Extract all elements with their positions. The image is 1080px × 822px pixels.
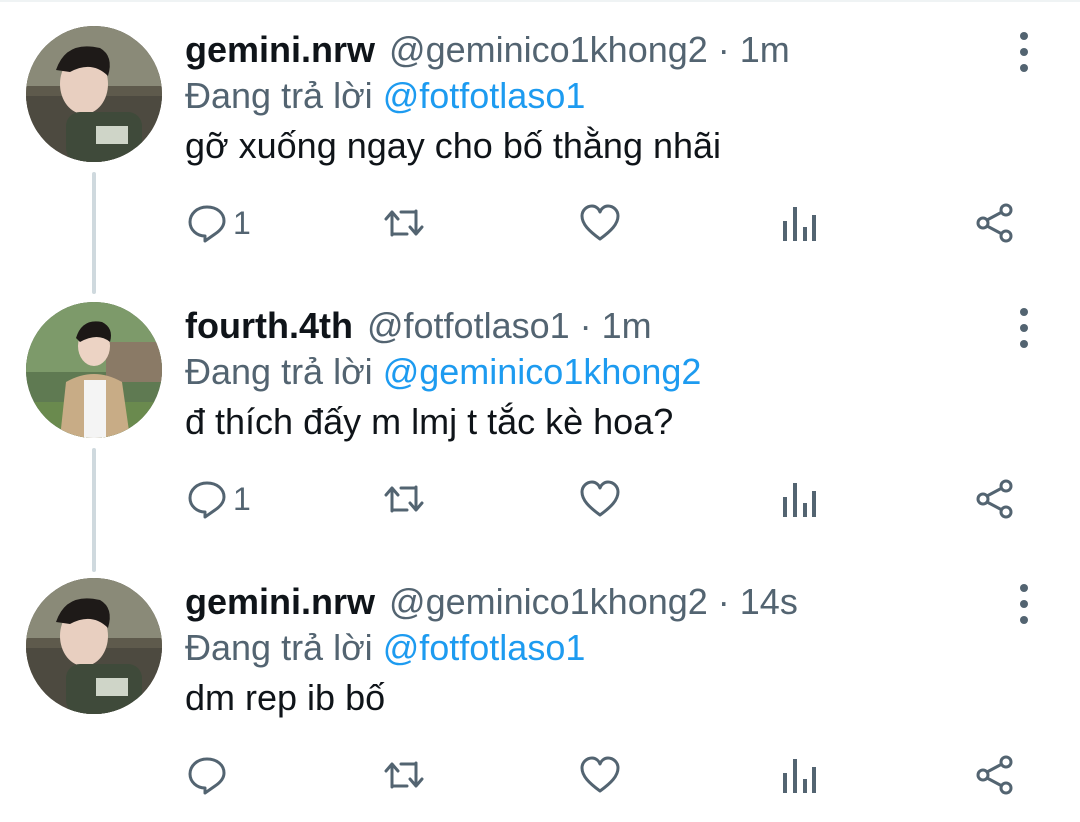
timestamp[interactable]: 1m <box>602 304 652 348</box>
avatar-photo <box>26 578 162 714</box>
reply-icon <box>188 205 226 243</box>
share-icon <box>976 479 1013 519</box>
separator: · <box>717 581 730 622</box>
action-bar <box>185 750 1045 800</box>
share-icon <box>976 203 1013 243</box>
replying-to: Đang trả lời @fotfotlaso1 <box>185 626 585 670</box>
tweet-text: dm rep ib bố <box>185 677 386 718</box>
retweet-button[interactable] <box>383 474 425 524</box>
separator: · <box>717 29 730 70</box>
replying-to-label: Đang trả lời <box>185 75 373 116</box>
share-button[interactable] <box>975 198 1015 248</box>
like-icon <box>580 480 620 517</box>
tweet[interactable]: gemini.nrw @geminico1khong2 · 14s Đang t… <box>0 578 1080 820</box>
reply-button[interactable]: 1 <box>187 198 251 248</box>
like-icon <box>580 204 620 241</box>
tweet[interactable]: fourth.4th @fotfotlaso1 · 1m Đang trả lờ… <box>0 302 1080 544</box>
handle[interactable]: @fotfotlaso1 <box>367 304 570 348</box>
tweet-header: fourth.4th @fotfotlaso1 · 1m <box>185 304 652 348</box>
mention-link[interactable]: @geminico1khong2 <box>383 351 702 392</box>
like-button[interactable] <box>579 474 621 524</box>
replying-to-label: Đang trả lời <box>185 351 373 392</box>
avatar[interactable] <box>26 578 162 714</box>
share-icon <box>976 755 1013 795</box>
share-button[interactable] <box>975 474 1015 524</box>
avatar-photo <box>26 26 162 162</box>
views-icon <box>783 483 816 517</box>
replying-to-label: Đang trả lời <box>185 627 373 668</box>
more-icon[interactable] <box>1014 308 1034 348</box>
avatar[interactable] <box>26 26 162 162</box>
tweet-header: gemini.nrw @geminico1khong2 · 1m <box>185 28 790 72</box>
action-bar: 1 <box>185 198 1045 248</box>
like-icon <box>580 756 620 793</box>
mention-link[interactable]: @fotfotlaso1 <box>383 627 586 668</box>
tweet[interactable]: gemini.nrw @geminico1khong2 · 1m Đang tr… <box>0 26 1080 268</box>
more-icon[interactable] <box>1014 584 1034 624</box>
reply-count: 1 <box>233 480 251 517</box>
replying-to: Đang trả lời @fotfotlaso1 <box>185 74 585 118</box>
share-button[interactable] <box>975 750 1015 800</box>
display-name[interactable]: gemini.nrw <box>185 580 375 624</box>
views-icon <box>783 759 816 793</box>
display-name[interactable]: gemini.nrw <box>185 28 375 72</box>
mention-link[interactable]: @fotfotlaso1 <box>383 75 586 116</box>
tweet-text: gỡ xuống ngay cho bố thằng nhãi <box>185 125 722 166</box>
retweet-icon <box>384 485 424 513</box>
views-button[interactable] <box>779 198 819 248</box>
action-bar: 1 <box>185 474 1045 524</box>
tweet-header: gemini.nrw @geminico1khong2 · 14s <box>185 580 798 624</box>
separator: · <box>579 305 592 346</box>
like-button[interactable] <box>579 198 621 248</box>
timestamp[interactable]: 14s <box>740 580 798 624</box>
reply-icon <box>188 481 226 519</box>
reply-button[interactable]: 1 <box>187 474 251 524</box>
handle[interactable]: @geminico1khong2 <box>389 28 708 72</box>
tweet-text: đ thích đấy m lmj t tắc kè hoa? <box>185 401 674 442</box>
retweet-icon <box>384 761 424 789</box>
display-name[interactable]: fourth.4th <box>185 304 353 348</box>
retweet-button[interactable] <box>383 198 425 248</box>
avatar[interactable] <box>26 302 162 438</box>
top-divider <box>0 0 1080 2</box>
retweet-button[interactable] <box>383 750 425 800</box>
handle[interactable]: @geminico1khong2 <box>389 580 708 624</box>
like-button[interactable] <box>579 750 621 800</box>
views-icon <box>783 207 816 241</box>
avatar-photo <box>26 302 162 438</box>
timestamp[interactable]: 1m <box>740 28 790 72</box>
reply-count: 1 <box>233 204 251 241</box>
views-button[interactable] <box>779 750 819 800</box>
reply-button[interactable] <box>187 750 233 800</box>
more-icon[interactable] <box>1014 32 1034 72</box>
retweet-icon <box>384 209 424 237</box>
reply-icon <box>188 757 226 795</box>
views-button[interactable] <box>779 474 819 524</box>
replying-to: Đang trả lời @geminico1khong2 <box>185 350 701 394</box>
